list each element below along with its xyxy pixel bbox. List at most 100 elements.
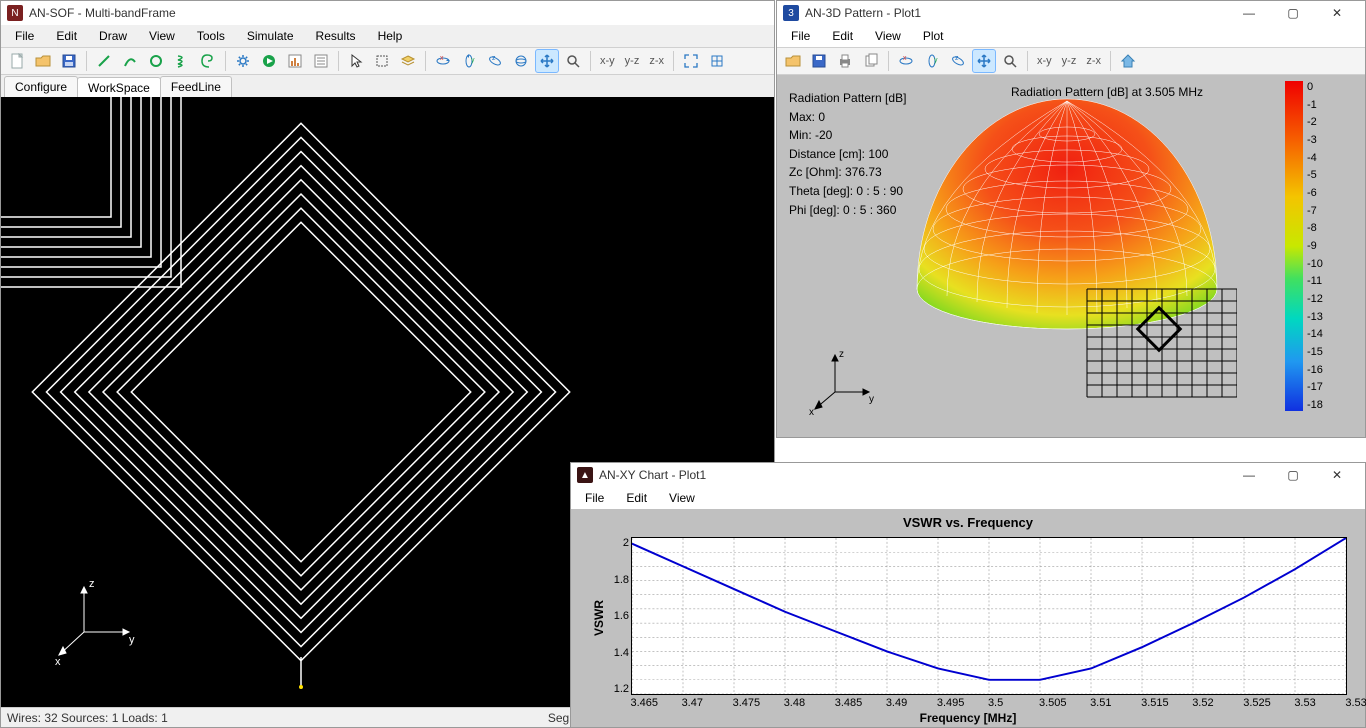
line-icon[interactable] bbox=[92, 49, 116, 73]
helix-icon[interactable] bbox=[170, 49, 194, 73]
an3d-menu-file[interactable]: File bbox=[781, 27, 820, 45]
list-icon[interactable] bbox=[309, 49, 333, 73]
save-icon[interactable] bbox=[57, 49, 81, 73]
rotate-x-icon[interactable]: x bbox=[431, 49, 455, 73]
colorbar-tick: -7 bbox=[1307, 205, 1323, 217]
menu-edit[interactable]: Edit bbox=[46, 27, 87, 45]
open-icon[interactable] bbox=[31, 49, 55, 73]
cursor-icon[interactable] bbox=[344, 49, 368, 73]
menu-simulate[interactable]: Simulate bbox=[237, 27, 304, 45]
view-yz-button[interactable]: y-z bbox=[621, 55, 644, 67]
menu-file[interactable]: File bbox=[5, 27, 44, 45]
menu-view[interactable]: View bbox=[139, 27, 185, 45]
colorbar-tick: -3 bbox=[1307, 134, 1323, 146]
anxy-menu-view[interactable]: View bbox=[659, 489, 705, 507]
colorbar: 0-1-2-3-4-5-6-7-8-9-10-11-12-13-14-15-16… bbox=[1285, 81, 1335, 411]
maximize-button[interactable]: ▢ bbox=[1271, 463, 1315, 487]
x-tick: 3.505 bbox=[1039, 697, 1040, 709]
an3d-menu-edit[interactable]: Edit bbox=[822, 27, 863, 45]
toolbar-separator bbox=[425, 51, 426, 71]
open-icon[interactable] bbox=[781, 49, 805, 73]
an3d-window: 3 AN-3D Pattern - Plot1 — ▢ ✕ File Edit … bbox=[776, 0, 1366, 438]
app-icon: N bbox=[7, 5, 23, 21]
x-tick: 3.5 bbox=[988, 697, 989, 709]
pattern-info-block: Radiation Pattern [dB] Max: 0 Min: -20 D… bbox=[789, 89, 906, 219]
arc-icon[interactable] bbox=[118, 49, 142, 73]
maximize-button[interactable]: ▢ bbox=[1271, 1, 1315, 25]
toolbar-separator bbox=[673, 51, 674, 71]
select-rect-icon[interactable] bbox=[370, 49, 394, 73]
gear-icon[interactable] bbox=[231, 49, 255, 73]
menu-results[interactable]: Results bbox=[306, 27, 366, 45]
colorbar-tick: -16 bbox=[1307, 364, 1323, 376]
fit-icon[interactable] bbox=[679, 49, 703, 73]
home-icon[interactable] bbox=[1116, 49, 1140, 73]
an3d-menu-view[interactable]: View bbox=[865, 27, 911, 45]
anxy-menu-file[interactable]: File bbox=[575, 489, 614, 507]
status-left: Wires: 32 Sources: 1 Loads: 1 bbox=[7, 711, 168, 725]
menu-help[interactable]: Help bbox=[368, 27, 413, 45]
rotate-y-icon[interactable]: y bbox=[920, 49, 944, 73]
menu-tools[interactable]: Tools bbox=[187, 27, 235, 45]
spiral-icon[interactable] bbox=[196, 49, 220, 73]
view-xy-button[interactable]: x-y bbox=[596, 55, 619, 67]
rotate-y-icon[interactable]: y bbox=[457, 49, 481, 73]
axes-widget: z y x bbox=[51, 577, 141, 667]
xy-chart-area[interactable]: VSWR vs. Frequency VSWR Frequency [MHz] … bbox=[571, 509, 1365, 727]
colorbar-tick: -4 bbox=[1307, 152, 1323, 164]
run-icon[interactable] bbox=[257, 49, 281, 73]
menu-draw[interactable]: Draw bbox=[89, 27, 137, 45]
radiation-pattern-3d bbox=[897, 89, 1237, 409]
view-yz-button[interactable]: y-z bbox=[1058, 55, 1081, 67]
chart-title: VSWR vs. Frequency bbox=[581, 515, 1355, 530]
layers-icon[interactable] bbox=[396, 49, 420, 73]
pan-icon[interactable] bbox=[972, 49, 996, 73]
rotate-x-icon[interactable]: x bbox=[894, 49, 918, 73]
y-tick: 1.8 bbox=[605, 574, 629, 586]
main-tabs: Configure WorkSpace FeedLine bbox=[1, 75, 774, 97]
toolbar-separator bbox=[338, 51, 339, 71]
print-icon[interactable] bbox=[833, 49, 857, 73]
view-zx-button[interactable]: z-x bbox=[645, 55, 668, 67]
rotate-z-icon[interactable]: z bbox=[946, 49, 970, 73]
toolbar-separator bbox=[590, 51, 591, 71]
close-button[interactable]: ✕ bbox=[1315, 463, 1359, 487]
colorbar-tick: -13 bbox=[1307, 311, 1323, 323]
zoom-icon[interactable] bbox=[561, 49, 585, 73]
minimize-button[interactable]: — bbox=[1227, 463, 1271, 487]
zoom-icon[interactable] bbox=[998, 49, 1022, 73]
x-tick: 3.465 bbox=[631, 697, 632, 709]
anxy-window: ▲ AN-XY Chart - Plot1 — ▢ ✕ File Edit Vi… bbox=[570, 462, 1366, 728]
chart-plot bbox=[631, 537, 1347, 695]
tab-workspace[interactable]: WorkSpace bbox=[77, 77, 161, 98]
colorbar-tick: -18 bbox=[1307, 399, 1323, 411]
results-icon[interactable] bbox=[283, 49, 307, 73]
copy-icon[interactable] bbox=[859, 49, 883, 73]
tab-feedline[interactable]: FeedLine bbox=[160, 76, 232, 97]
colorbar-tick: -10 bbox=[1307, 258, 1323, 270]
view-xy-button[interactable]: x-y bbox=[1033, 55, 1056, 67]
pan-icon[interactable] bbox=[535, 49, 559, 73]
colorbar-tick: 0 bbox=[1307, 81, 1323, 93]
new-icon[interactable] bbox=[5, 49, 29, 73]
colorbar-tick: -6 bbox=[1307, 187, 1323, 199]
an3d-menu-plot[interactable]: Plot bbox=[913, 27, 954, 45]
reset-view-icon[interactable] bbox=[705, 49, 729, 73]
view-zx-button[interactable]: z-x bbox=[1082, 55, 1105, 67]
circle-icon[interactable] bbox=[144, 49, 168, 73]
info-line: Theta [deg]: 0 : 5 : 90 bbox=[789, 182, 906, 201]
x-tick: 3.52 bbox=[1192, 697, 1193, 709]
x-tick: 3.53 bbox=[1294, 697, 1295, 709]
save-icon[interactable] bbox=[807, 49, 831, 73]
pattern-viewport[interactable]: Radiation Pattern [dB] at 3.505 MHz Radi… bbox=[777, 75, 1365, 437]
close-button[interactable]: ✕ bbox=[1315, 1, 1359, 25]
an3d-menubar: File Edit View Plot bbox=[777, 25, 1365, 47]
minimize-button[interactable]: — bbox=[1227, 1, 1271, 25]
tab-configure[interactable]: Configure bbox=[4, 76, 78, 97]
rotate-z-icon[interactable]: z bbox=[483, 49, 507, 73]
rotate-all-icon[interactable] bbox=[509, 49, 533, 73]
info-line: Phi [deg]: 0 : 5 : 360 bbox=[789, 201, 906, 220]
toolbar-separator bbox=[888, 51, 889, 71]
axis-x-label: x bbox=[55, 656, 61, 667]
anxy-menu-edit[interactable]: Edit bbox=[616, 489, 657, 507]
